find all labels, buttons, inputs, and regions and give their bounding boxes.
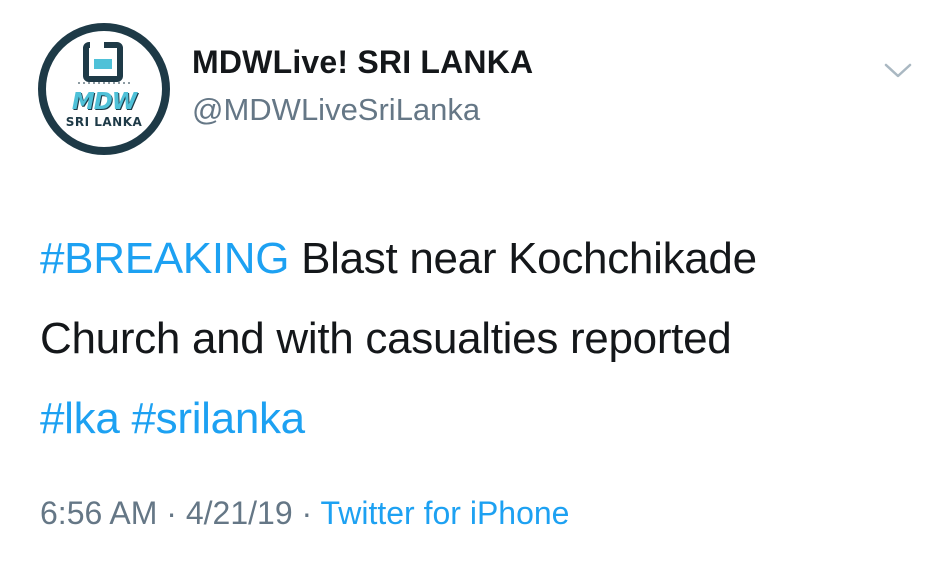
chevron-down-icon <box>884 63 912 78</box>
tweet-card: MDW SRI LANKA MDWLive! SRI LANKA @MDWLiv… <box>0 0 950 573</box>
tweet-menu-button[interactable] <box>883 58 913 82</box>
avatar-logo-subtext: SRI LANKA <box>65 115 143 129</box>
author-handle[interactable]: @MDWLiveSriLanka <box>192 92 480 128</box>
tweet-text-line-2: Church and with casualties reported <box>40 314 732 363</box>
author-display-name[interactable]: MDWLive! SRI LANKA <box>192 44 533 81</box>
hashtag-breaking[interactable]: #BREAKING <box>40 234 289 283</box>
tweet-text: #BREAKING Blast near Kochchikade Church … <box>40 219 920 459</box>
avatar-logo-text: MDW <box>71 89 137 115</box>
tweet-time[interactable]: 6:56 AM <box>40 495 157 531</box>
tweet-date[interactable]: 4/21/19 <box>186 495 293 531</box>
meta-separator: · <box>292 495 321 531</box>
tweet-text-line-3: #lka #srilanka <box>40 379 920 459</box>
hashtag-lka[interactable]: #lka <box>40 394 120 443</box>
tweet-source-link[interactable]: Twitter for iPhone <box>320 495 569 531</box>
tweet-text-segment-1: Blast near Kochchikade <box>289 234 757 283</box>
hashtag-srilanka[interactable]: #srilanka <box>131 394 305 443</box>
avatar[interactable]: MDW SRI LANKA <box>38 23 170 155</box>
meta-separator: · <box>157 495 186 531</box>
tweet-text-line-1: #BREAKING Blast near Kochchikade <box>40 219 920 299</box>
tweet-meta: 6:56 AM · 4/21/19 · Twitter for iPhone <box>40 495 569 532</box>
